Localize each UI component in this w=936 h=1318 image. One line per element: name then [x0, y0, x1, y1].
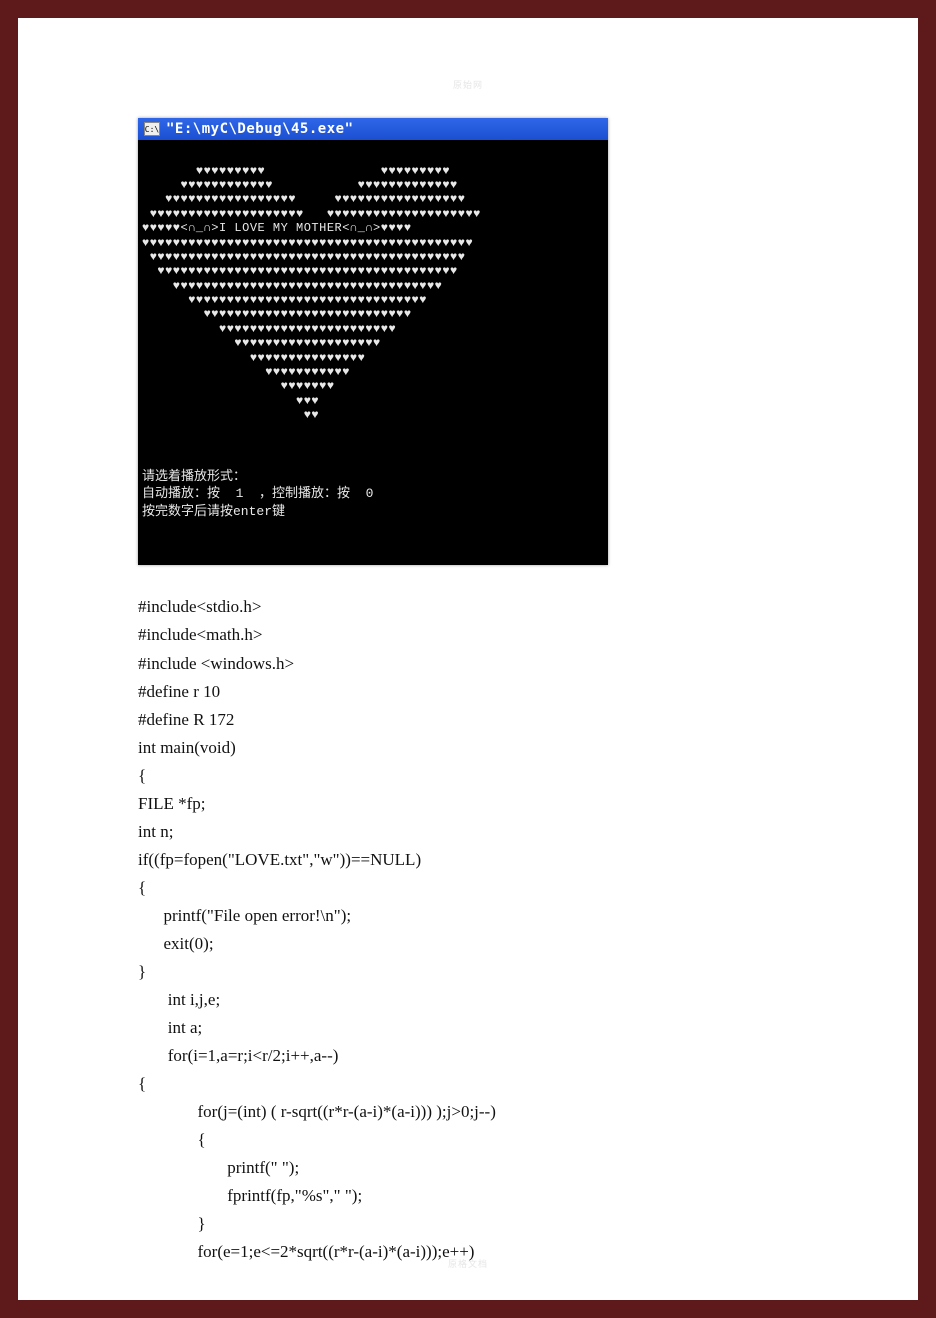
document-page: 原始网 C:\ "E:\myC\Debug\45.exe" ♥♥♥♥♥♥♥♥♥ … [18, 18, 918, 1300]
page-footer-watermark: 原格文档 [18, 1257, 918, 1270]
source-code-block: #include<stdio.h> #include<math.h> #incl… [138, 593, 798, 1266]
terminal-title: "E:\myC\Debug\45.exe" [166, 121, 354, 137]
terminal-prompt-text: 请选着播放形式： 自动播放：按 1 ，控制播放：按 0 按完数字后请按enter… [142, 450, 604, 520]
page-header-watermark: 原始网 [18, 78, 918, 91]
document-background: 原始网 C:\ "E:\myC\Debug\45.exe" ♥♥♥♥♥♥♥♥♥ … [0, 0, 936, 1318]
terminal-body: ♥♥♥♥♥♥♥♥♥ ♥♥♥♥♥♥♥♥♥ ♥♥♥♥♥♥♥♥♥♥♥♥ ♥♥♥♥♥♥♥… [138, 140, 608, 565]
ascii-heart-art: ♥♥♥♥♥♥♥♥♥ ♥♥♥♥♥♥♥♥♥ ♥♥♥♥♥♥♥♥♥♥♥♥ ♥♥♥♥♥♥♥… [142, 164, 604, 423]
terminal-titlebar: C:\ "E:\myC\Debug\45.exe" [138, 118, 608, 140]
cmd-icon: C:\ [144, 122, 160, 136]
terminal-window: C:\ "E:\myC\Debug\45.exe" ♥♥♥♥♥♥♥♥♥ ♥♥♥♥… [138, 118, 608, 565]
